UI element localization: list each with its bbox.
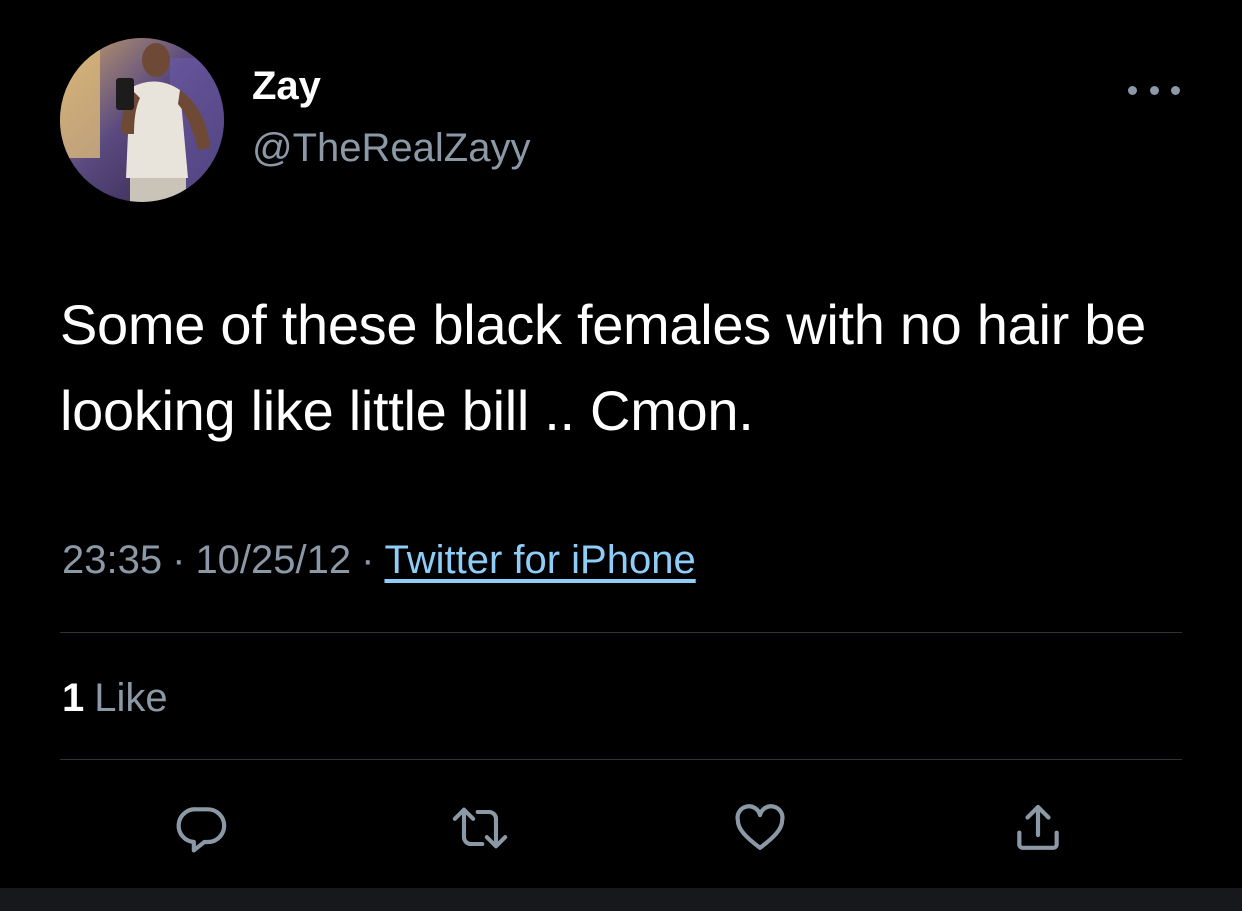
likes-label: Like xyxy=(94,676,168,720)
retweet-button[interactable] xyxy=(448,796,512,860)
likes-summary[interactable]: 1 Like xyxy=(62,678,168,718)
user-handle[interactable]: @TheRealZayy xyxy=(252,128,530,168)
more-horizontal-icon xyxy=(1128,85,1137,95)
heart-icon xyxy=(735,804,785,850)
display-name[interactable]: Zay xyxy=(252,66,321,106)
reply-icon xyxy=(176,807,227,853)
tweet-source-link[interactable]: Twitter for iPhone xyxy=(384,538,695,582)
tweet-card: Zay @TheRealZayy Some of these black fem… xyxy=(0,0,1242,888)
tweet-date[interactable]: 10/25/12 xyxy=(195,538,351,582)
divider xyxy=(60,759,1182,760)
avatar[interactable] xyxy=(60,38,224,202)
likes-count: 1 xyxy=(62,676,85,720)
like-button[interactable] xyxy=(728,796,792,860)
share-icon xyxy=(1017,804,1059,850)
retweet-icon xyxy=(452,807,508,849)
tweet-text: Some of these black females with no hair… xyxy=(60,293,1146,442)
reply-button[interactable] xyxy=(170,796,234,860)
more-horizontal-icon-dot xyxy=(1171,85,1180,95)
more-options-button[interactable] xyxy=(1128,76,1180,104)
meta-separator: · xyxy=(172,538,186,582)
share-button[interactable] xyxy=(1006,796,1070,860)
meta-separator: · xyxy=(361,538,375,582)
tweet-metadata: 23:35 · 10/25/12 · Twitter for iPhone xyxy=(62,540,696,580)
avatar-photo xyxy=(60,38,224,202)
more-horizontal-icon-dot xyxy=(1149,85,1159,95)
divider xyxy=(60,632,1182,633)
bottom-bar xyxy=(0,888,1242,911)
tweet-time[interactable]: 23:35 xyxy=(62,538,162,582)
